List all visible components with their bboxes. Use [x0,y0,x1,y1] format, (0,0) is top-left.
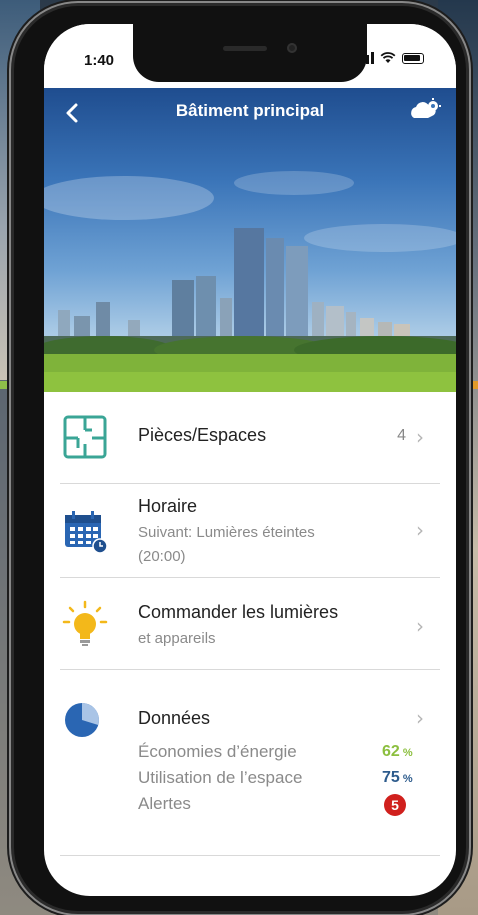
menu-item-data[interactable]: Données › Économies d’énergie 62 % Utili… [60,670,440,856]
energy-savings-value: 62 % [382,743,413,760]
chevron-right-icon: › [416,614,424,638]
menu-item-label: Horaire [138,496,198,516]
chevron-right-icon: › [416,706,424,730]
schedule-next-event: Suivant: Lumières éteintes [138,524,315,541]
alerts-label: Alertes [138,794,191,813]
lightbulb-icon [62,600,108,646]
phone-screen: 1:40 Bâtiment principal Pièces/Espaces 4… [44,24,456,896]
energy-savings-label: Économies d’énergie [138,742,297,761]
calendar-icon [65,511,108,554]
cloud-gear-icon [411,98,441,118]
front-camera [287,43,297,53]
chevron-right-icon: › [416,425,424,449]
menu-item-lighting[interactable]: Commander les lumières et appareils › [60,578,440,670]
phone-frame: 1:40 Bâtiment principal Pièces/Espaces 4… [14,6,466,911]
space-usage-label: Utilisation de l’espace [138,768,303,787]
alerts-badge[interactable]: 5 [384,794,406,816]
battery-icon [402,52,424,64]
lighting-subtitle: et appareils [138,630,216,647]
menu-item-label: Données [138,708,211,728]
pie-chart-icon [65,703,99,737]
chevron-right-icon: › [416,518,424,542]
space-usage-value: 75 % [382,769,413,786]
speaker [223,46,267,51]
status-time: 1:40 [84,52,115,69]
building-hero-image: Bâtiment principal [44,88,456,392]
floorplan-icon [63,415,107,459]
schedule-next-time: (20:00) [138,548,186,565]
page-title: Bâtiment principal [175,101,325,120]
navigation-bar: Bâtiment principal [44,88,456,140]
menu-item-rooms[interactable]: Pièces/Espaces 4 › [60,392,440,484]
menu-list: Pièces/Espaces 4 › Horaire Suivant: Lumi… [44,392,456,856]
menu-item-schedule[interactable]: Horaire Suivant: Lumières éteintes (20:0… [60,484,440,578]
menu-item-label: Pièces/Espaces [138,425,267,445]
wifi-icon [380,52,396,63]
cloud-settings-button[interactable] [408,96,442,126]
notch [133,24,367,82]
rooms-count: 4 [397,427,406,444]
menu-item-label: Commander les lumières [138,602,339,622]
